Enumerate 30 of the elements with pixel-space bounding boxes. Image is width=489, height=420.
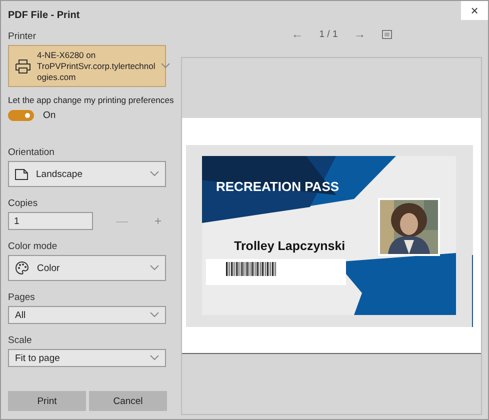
fit-page-icon[interactable] — [382, 30, 392, 38]
cancel-button[interactable]: Cancel — [89, 391, 167, 411]
close-button[interactable]: × — [461, 1, 488, 20]
copies-field[interactable]: 1 — [8, 212, 93, 230]
chevron-icon — [150, 265, 159, 271]
copies-label: Copies — [8, 198, 39, 209]
chevron-icon — [161, 63, 170, 69]
toggle-state: On — [43, 110, 56, 121]
window-title: PDF File - Print — [8, 10, 81, 21]
chevron-icon — [150, 171, 159, 177]
print-button[interactable]: Print — [8, 391, 86, 411]
setting-label: Orientation — [8, 147, 56, 158]
card-title: RECREATION PASS — [216, 178, 340, 194]
printer-label: Printer — [8, 31, 37, 42]
setting-dropdown[interactable]: Fit to page — [8, 349, 166, 367]
page-icon — [15, 168, 28, 180]
setting-label: Color mode — [8, 241, 58, 252]
setting-dropdown[interactable]: All — [8, 306, 166, 324]
setting-label: Scale — [8, 335, 33, 346]
setting-label: Pages — [8, 292, 36, 303]
cardholder-name: Trolley Lapczynski — [234, 238, 346, 252]
setting-dropdown[interactable]: Landscape — [8, 161, 166, 187]
chevron-icon — [150, 355, 159, 361]
page-counter: 1 / 1 — [319, 28, 338, 40]
setting-dropdown[interactable]: Color — [8, 255, 166, 281]
preferences-label: Let the app change my printing preferences — [8, 95, 174, 105]
toggle-switch[interactable] — [8, 110, 34, 121]
chevron-icon — [150, 312, 159, 318]
palette-icon — [15, 261, 29, 275]
printer-icon — [15, 58, 31, 74]
